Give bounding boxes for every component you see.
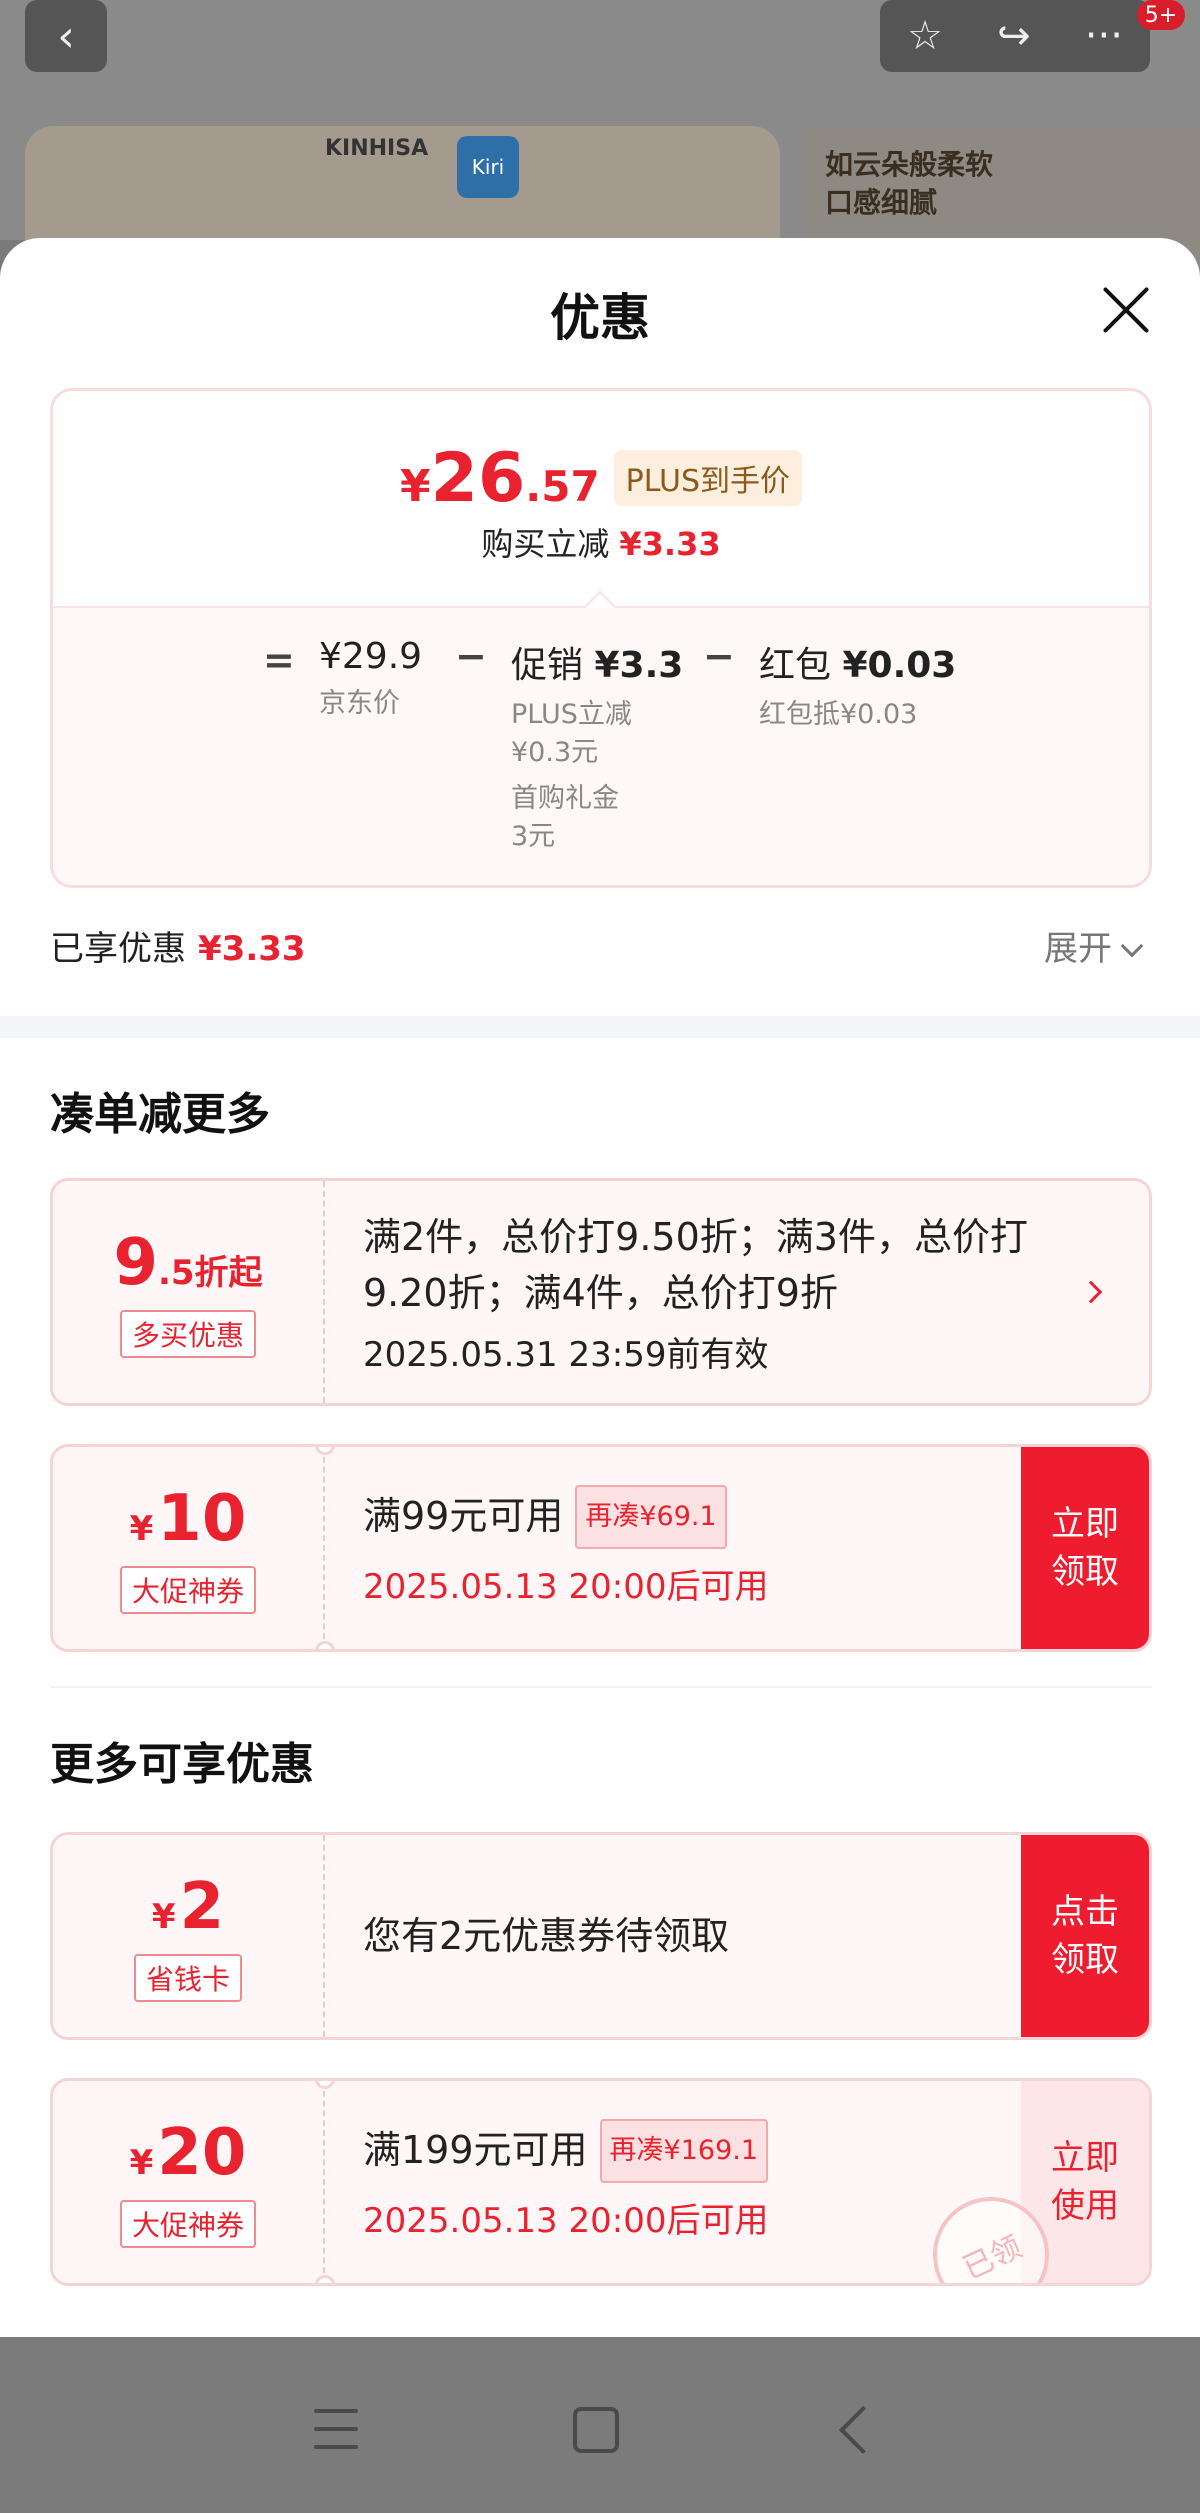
system-nav-bar bbox=[0, 2337, 1200, 2513]
divider bbox=[50, 1686, 1152, 1688]
saving-card-coupon: ¥2 省钱卡 您有2元优惠券待领取 点击 领取 bbox=[50, 1832, 1152, 2040]
discount-sheet: 优惠 ¥26.57 PLUS到手价 购买立减 ¥3.33 = ¥29.9 京东价 … bbox=[0, 238, 1200, 2337]
coupon-detail: 满99元可用 再凑¥69.1 2025.05.13 20:00后可用 bbox=[363, 1447, 768, 1649]
top-actions: ☆ ↪ ··· bbox=[880, 0, 1150, 72]
brand-logo: KINHISA bbox=[325, 136, 429, 161]
plus-price-tag: PLUS到手价 bbox=[613, 450, 802, 506]
coupon-amount-area: 9.5折起 多买优惠 bbox=[53, 1181, 325, 1403]
back-icon[interactable] bbox=[838, 2405, 888, 2455]
coupon-detail: 满199元可用 再凑¥169.1 2025.05.13 20:00后可用 bbox=[363, 2081, 768, 2283]
more-icon[interactable]: ··· bbox=[1085, 13, 1123, 59]
coupon-detail: 您有2元优惠券待领取 bbox=[363, 1835, 729, 2037]
coupon-validity: 2025.05.13 20:00后可用 bbox=[363, 1567, 769, 1607]
chevron-down-icon bbox=[1120, 934, 1144, 958]
coupon-description: 满2件，总价打9.50折；满3件，总价打9.20折；满4件，总价打9折 bbox=[363, 1214, 1028, 1315]
price-summary-card: ¥26.57 PLUS到手价 购买立减 ¥3.33 = ¥29.9 京东价 − 促… bbox=[50, 388, 1152, 888]
section-title-combine: 凑单减更多 bbox=[50, 1089, 270, 1140]
notification-badge: 5+ bbox=[1137, 0, 1185, 30]
redpacket-label: 红包抵¥0.03 bbox=[759, 699, 918, 730]
chevron-left-icon: ‹ bbox=[57, 10, 75, 62]
coupon-amount: 9.5折起 bbox=[113, 1226, 263, 1300]
coupon-tag: 大促神券 bbox=[119, 2200, 256, 2248]
promo-coupon-20: ¥20 大促神券 满199元可用 再凑¥169.1 2025.05.13 20:0… bbox=[50, 2078, 1152, 2286]
coupon-tag: 省钱卡 bbox=[133, 1954, 242, 2002]
final-price: ¥26.57 bbox=[400, 439, 600, 518]
coupon-detail: 满2件，总价打9.50折；满3件，总价打9.20折；满4件，总价打9折 2025… bbox=[363, 1181, 1063, 1403]
section-gap bbox=[0, 1016, 1200, 1038]
sheet-title: 优惠 bbox=[550, 289, 650, 347]
chevron-right-icon bbox=[1079, 1280, 1103, 1304]
multi-buy-coupon[interactable]: 9.5折起 多买优惠 满2件，总价打9.50折；满3件，总价打9.20折；满4件… bbox=[50, 1178, 1152, 1406]
coupon-amount: ¥10 bbox=[129, 1482, 247, 1556]
back-button[interactable]: ‹ bbox=[25, 0, 107, 72]
coupon-amount-area: ¥2 省钱卡 bbox=[53, 1835, 325, 2037]
minus-sign: − bbox=[703, 634, 735, 678]
coupon-notch bbox=[315, 2275, 335, 2283]
coupon-notch bbox=[315, 1641, 335, 1649]
coupon-tag: 大促神券 bbox=[119, 1566, 256, 1614]
equals-sign: = bbox=[263, 638, 295, 682]
enjoyed-discount: 已享优惠 ¥3.33 bbox=[50, 929, 306, 969]
brand-badge: Kiri bbox=[457, 136, 519, 198]
price-head: ¥26.57 PLUS到手价 购买立减 ¥3.33 bbox=[53, 391, 1149, 606]
expand-button[interactable]: 展开 bbox=[1044, 921, 1144, 970]
purchase-reduce-line: 购买立减 ¥3.33 bbox=[481, 525, 721, 563]
redpacket-value: 红包 ¥0.03 bbox=[759, 645, 957, 686]
home-icon[interactable] bbox=[573, 2407, 619, 2453]
final-price-line: ¥26.57 PLUS到手价 bbox=[53, 439, 1149, 518]
promo-value: 促销 ¥3.3 bbox=[511, 645, 684, 686]
coupon-validity: 2025.05.31 23:59前有效 bbox=[363, 1334, 769, 1375]
coupon-amount-area: ¥10 大促神券 bbox=[53, 1447, 325, 1649]
jd-price-col: ¥29.9 京东价 bbox=[319, 636, 422, 723]
promo-plus-reduce: PLUS立减 ¥0.3元 bbox=[511, 699, 632, 768]
close-icon[interactable] bbox=[1098, 282, 1154, 338]
jd-price-label: 京东价 bbox=[319, 688, 400, 719]
price-breakdown: = ¥29.9 京东价 − 促销 ¥3.3 PLUS立减 ¥0.3元 首购礼金 … bbox=[53, 608, 1149, 885]
coupon-amount-area: ¥20 大促神券 bbox=[53, 2081, 325, 2283]
coupon-amount: ¥2 bbox=[151, 1870, 225, 1944]
banner-text: 如云朵般柔软 口感细腻 bbox=[825, 148, 994, 219]
share-icon[interactable]: ↪ bbox=[997, 13, 1031, 59]
promo-first-gift: 首购礼金 3元 bbox=[511, 783, 619, 852]
coupon-amount: ¥20 bbox=[129, 2116, 247, 2190]
promo-coupon-10: ¥10 大促神券 满99元可用 再凑¥69.1 2025.05.13 20:00后… bbox=[50, 1444, 1152, 1652]
menu-icon[interactable] bbox=[314, 2409, 358, 2449]
section-title-more: 更多可享优惠 bbox=[50, 1739, 314, 1790]
coupon-validity: 2025.05.13 20:00后可用 bbox=[363, 2201, 769, 2241]
minus-sign: − bbox=[455, 634, 487, 678]
claim-coupon-button[interactable]: 点击 领取 bbox=[1021, 1835, 1149, 2037]
coupon-description: 您有2元优惠券待领取 bbox=[363, 1914, 730, 1958]
coupon-tag: 多买优惠 bbox=[119, 1310, 256, 1358]
promo-col: 促销 ¥3.3 PLUS立减 ¥0.3元 首购礼金 3元 bbox=[511, 636, 683, 856]
coupon-condition: 满99元可用 再凑¥69.1 bbox=[363, 1485, 768, 1553]
star-icon[interactable]: ☆ bbox=[907, 13, 943, 59]
gap-amount-tag: 再凑¥69.1 bbox=[575, 1485, 727, 1549]
gap-amount-tag: 再凑¥169.1 bbox=[599, 2119, 769, 2183]
claim-coupon-button[interactable]: 立即 领取 bbox=[1021, 1447, 1149, 1649]
redpacket-col: 红包 ¥0.03 红包抵¥0.03 bbox=[759, 636, 956, 734]
jd-price-value: ¥29.9 bbox=[319, 636, 423, 677]
coupon-condition: 满199元可用 再凑¥169.1 bbox=[363, 2119, 769, 2187]
